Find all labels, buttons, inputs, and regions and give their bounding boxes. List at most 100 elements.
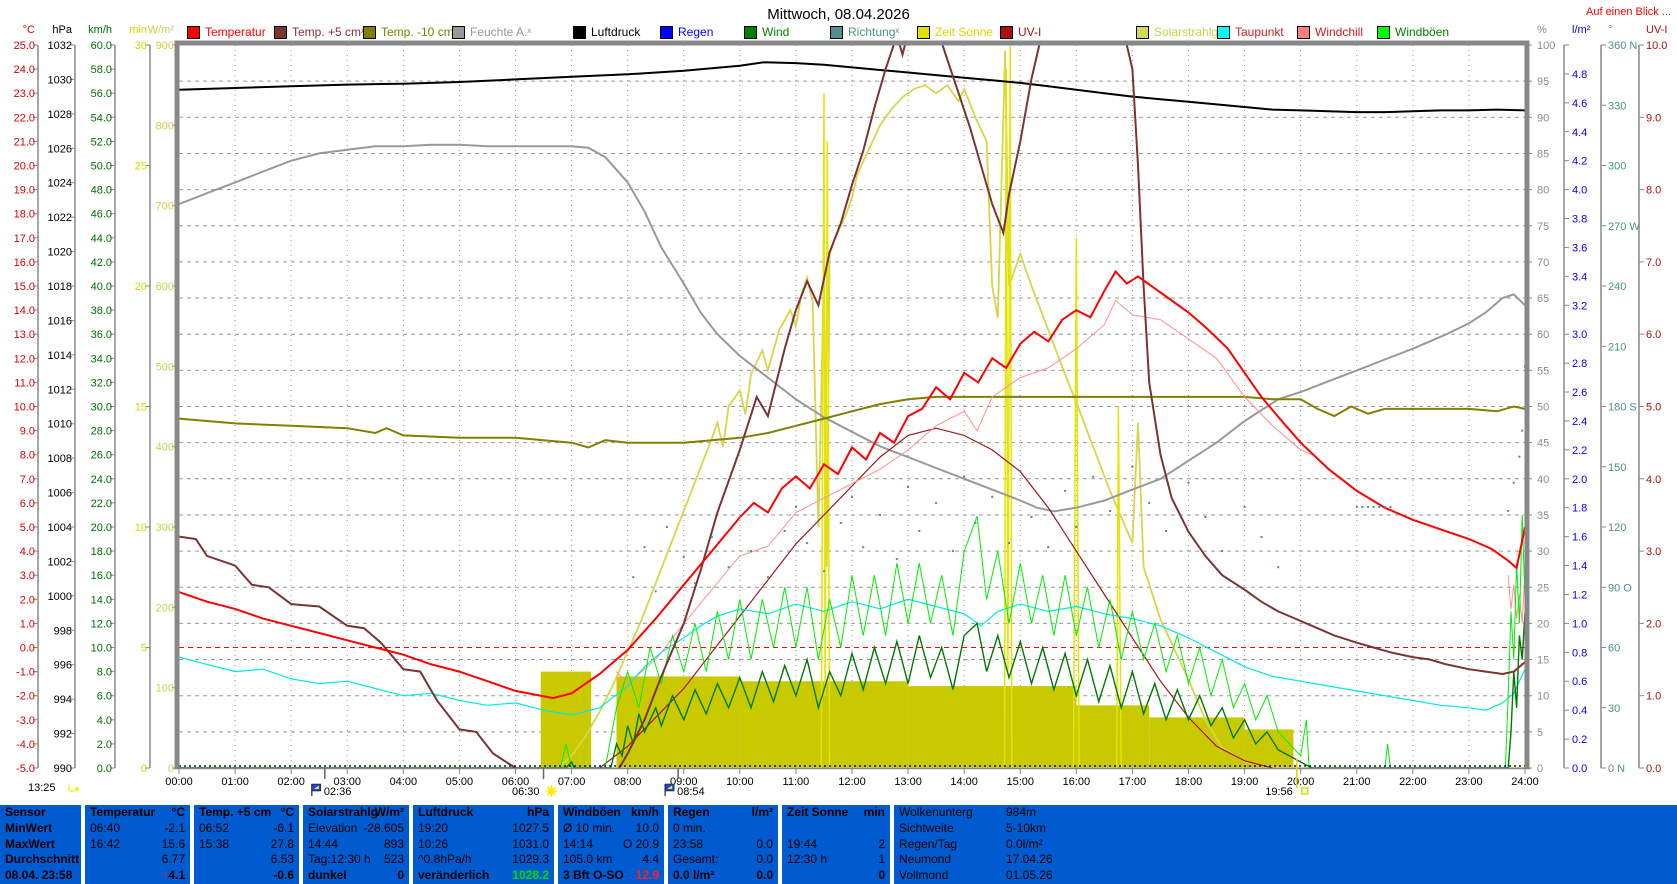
time-label: 17:00 bbox=[1119, 776, 1147, 788]
row-label: Sensor bbox=[5, 805, 46, 821]
table-cell: 0 bbox=[782, 868, 890, 884]
cell-value: 1027.5 bbox=[512, 821, 549, 835]
svg-text:18.0: 18.0 bbox=[91, 546, 112, 558]
svg-text:1014: 1014 bbox=[48, 350, 72, 362]
svg-text:500: 500 bbox=[156, 361, 174, 373]
svg-text:40.0: 40.0 bbox=[91, 281, 112, 293]
svg-text:3.0: 3.0 bbox=[1572, 329, 1587, 341]
cell-value: 0 bbox=[878, 868, 885, 882]
table-header-row: Temperatur°C bbox=[85, 805, 190, 821]
svg-text:0: 0 bbox=[1537, 763, 1543, 775]
svg-text:16.0: 16.0 bbox=[14, 257, 35, 269]
svg-text:3.6: 3.6 bbox=[1572, 242, 1587, 254]
cell-text: 14:44 bbox=[308, 837, 338, 853]
col-header: Temperatur bbox=[90, 805, 155, 821]
info-row: Regen/Tag0.0l/m² bbox=[894, 837, 1677, 853]
svg-text:30: 30 bbox=[1537, 546, 1549, 558]
svg-text:2.6: 2.6 bbox=[1572, 387, 1587, 399]
axis-temp: 25.024.023.022.021.020.019.018.017.016.0… bbox=[14, 24, 38, 775]
svg-text:60: 60 bbox=[1608, 643, 1620, 655]
table-cell: dunkel0 bbox=[303, 868, 409, 884]
table-cell: 105.0 km4.4 bbox=[558, 852, 664, 868]
info-label: Regen/Tag bbox=[899, 837, 999, 853]
marker-time: 02:36 bbox=[324, 786, 352, 798]
table-cell: 14:14 O 20.9 bbox=[558, 837, 664, 853]
col-header: Regen bbox=[673, 805, 710, 821]
info-value: 5-10km bbox=[1006, 821, 1046, 837]
table-cell: ^0.8hPa/h1029.3 bbox=[413, 852, 554, 868]
table-cell: -0.6 bbox=[194, 868, 299, 884]
svg-text:0.0: 0.0 bbox=[1646, 763, 1661, 775]
svg-text:360 N: 360 N bbox=[1608, 40, 1637, 52]
svg-text:12.0: 12.0 bbox=[14, 353, 35, 365]
col-unit: hPa bbox=[527, 805, 549, 821]
svg-text:9.0: 9.0 bbox=[20, 426, 35, 438]
table-cell: 14:44893 bbox=[303, 837, 409, 853]
svg-text:8.0: 8.0 bbox=[97, 667, 112, 679]
svg-text:48.0: 48.0 bbox=[91, 185, 112, 197]
table-header-row: SolarstrahlgW/m² bbox=[303, 805, 409, 821]
flag-icon bbox=[312, 784, 321, 796]
svg-text:14.0: 14.0 bbox=[14, 305, 35, 317]
row-label: MaxWert bbox=[5, 837, 55, 853]
cell-text: veränderlich bbox=[418, 868, 489, 884]
time-label: 07:00 bbox=[558, 776, 586, 788]
svg-text:24.0: 24.0 bbox=[91, 474, 112, 486]
table-cell: Tag:12:30 h523 bbox=[303, 852, 409, 868]
svg-text:4.8: 4.8 bbox=[1572, 69, 1587, 81]
svg-text:34.0: 34.0 bbox=[91, 353, 112, 365]
table-cell: 19:442 bbox=[782, 837, 890, 853]
cell-text: 16:42 bbox=[90, 837, 120, 853]
info-row: Vollmond01.05.26 bbox=[894, 868, 1677, 884]
table-cell: 0 min. bbox=[668, 821, 778, 837]
cell-value: -28.605 bbox=[363, 821, 404, 835]
svg-text:54.0: 54.0 bbox=[91, 112, 112, 124]
cell-text: 12:30 h bbox=[787, 852, 827, 868]
svg-text:0.2: 0.2 bbox=[1572, 734, 1587, 746]
svg-text:8.0: 8.0 bbox=[1646, 185, 1661, 197]
axis-unit-hpa: hPa bbox=[52, 24, 72, 36]
svg-text:25: 25 bbox=[135, 161, 147, 173]
cell-text: dunkel bbox=[308, 868, 347, 884]
time-label: 14:00 bbox=[950, 776, 978, 788]
info-row: Sichtweite 5-10km bbox=[894, 821, 1677, 837]
svg-text:700: 700 bbox=[156, 201, 174, 213]
svg-text:5: 5 bbox=[141, 643, 147, 655]
svg-text:90: 90 bbox=[1537, 112, 1549, 124]
table-col-sensor: SensorMinWertMaxWertDurchschnitt08.04. 2… bbox=[0, 805, 81, 884]
svg-text:10: 10 bbox=[135, 522, 147, 534]
marker-time: 13:25 bbox=[28, 782, 56, 794]
time-label: 13:00 bbox=[894, 776, 922, 788]
axis-deg: 360 N330300270 W240210180 S15012090 O603… bbox=[1601, 24, 1640, 775]
axis-unit-lm2: l/m² bbox=[1572, 24, 1591, 36]
flag-icon bbox=[665, 784, 674, 796]
svg-text:1018: 1018 bbox=[48, 281, 72, 293]
svg-text:45: 45 bbox=[1537, 438, 1549, 450]
cell-text: 06:40 bbox=[90, 821, 120, 837]
svg-text:1030: 1030 bbox=[48, 74, 72, 86]
table-col-regen: Regenl/m²0 min.23:580.0Gesamt:0.00.0 l/m… bbox=[668, 805, 778, 884]
svg-text:0.0: 0.0 bbox=[1572, 763, 1587, 775]
axis-unit-deg: ° bbox=[1608, 24, 1612, 36]
axis-uv: 10.09.08.07.06.05.04.03.02.01.00.0UV-I bbox=[1639, 24, 1667, 775]
svg-text:1006: 1006 bbox=[48, 488, 72, 500]
cell-text: Gesamt: bbox=[673, 852, 718, 868]
svg-text:-5.0: -5.0 bbox=[16, 763, 35, 775]
cell-value: O 20.9 bbox=[623, 837, 659, 851]
cell-text: 10:26 bbox=[418, 837, 448, 853]
svg-text:0.8: 0.8 bbox=[1572, 647, 1587, 659]
svg-text:20: 20 bbox=[1537, 618, 1549, 630]
svg-text:60.0: 60.0 bbox=[91, 40, 112, 52]
svg-text:240: 240 bbox=[1608, 281, 1626, 293]
info-label: Sichtweite bbox=[899, 821, 999, 837]
svg-text:300: 300 bbox=[156, 522, 174, 534]
svg-text:400: 400 bbox=[156, 442, 174, 454]
svg-text:4.0: 4.0 bbox=[97, 715, 112, 727]
time-label: 11:00 bbox=[783, 776, 810, 788]
svg-text:95: 95 bbox=[1537, 76, 1549, 88]
svg-text:1.6: 1.6 bbox=[1572, 532, 1587, 544]
time-label: 21:00 bbox=[1343, 776, 1371, 788]
cell-value: -2.1 bbox=[164, 821, 185, 835]
svg-text:0.0: 0.0 bbox=[97, 763, 112, 775]
cell-text: 14:14 bbox=[563, 837, 593, 853]
